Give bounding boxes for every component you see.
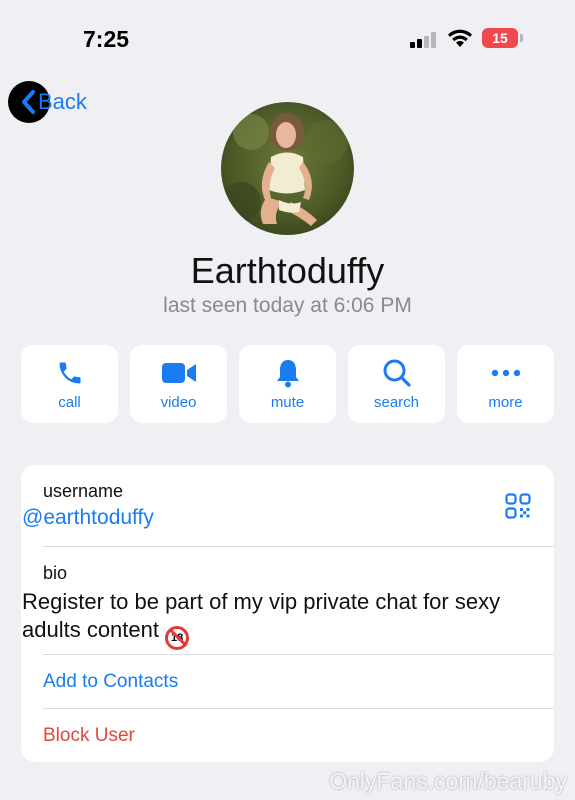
call-button[interactable]: call — [21, 345, 118, 423]
watermark: OnlyFans.com/bearuby — [329, 768, 567, 794]
username-link[interactable]: @earthtoduffy — [22, 506, 154, 530]
username-label: username — [43, 481, 124, 501]
status-time: 7:25 — [83, 26, 130, 52]
bio-content: Register to be part of my vip private ch… — [22, 589, 501, 642]
block-user-button[interactable]: Block User — [43, 725, 135, 747]
ellipsis-icon — [457, 358, 554, 388]
magnifier-icon — [348, 358, 445, 388]
battery-indicator: 15 — [482, 28, 518, 48]
divider — [43, 708, 554, 709]
phone-icon — [21, 358, 118, 388]
adults-only-icon: 18 — [165, 626, 190, 650]
last-seen-status: last seen today at 6:06 PM — [163, 294, 412, 317]
cellular-signal-icon — [410, 32, 438, 48]
action-buttons: call video mute search more — [21, 345, 554, 423]
divider — [43, 546, 554, 547]
video-button[interactable]: video — [130, 345, 227, 423]
back-label: Back — [38, 89, 87, 114]
more-label: more — [488, 394, 523, 411]
avatar[interactable] — [221, 102, 354, 235]
add-to-contacts-button[interactable]: Add to Contacts — [43, 671, 178, 693]
mute-label: mute — [270, 394, 305, 411]
call-label: call — [58, 394, 81, 411]
wifi-icon — [448, 29, 472, 47]
video-label: video — [160, 394, 197, 411]
qr-code-icon[interactable] — [505, 493, 531, 519]
profile-name: Earthtoduffy — [190, 250, 385, 291]
search-label: search — [373, 394, 420, 411]
bio-text: Register to be part of my vip private ch… — [22, 588, 512, 650]
bell-icon — [239, 358, 336, 388]
bio-label: bio — [43, 563, 68, 583]
divider — [43, 654, 554, 655]
more-button[interactable]: more — [457, 345, 554, 423]
search-button[interactable]: search — [348, 345, 445, 423]
mute-button[interactable]: mute — [239, 345, 336, 423]
battery-cap — [520, 34, 523, 42]
video-camera-icon — [130, 358, 227, 388]
back-button[interactable]: Back — [8, 80, 87, 124]
